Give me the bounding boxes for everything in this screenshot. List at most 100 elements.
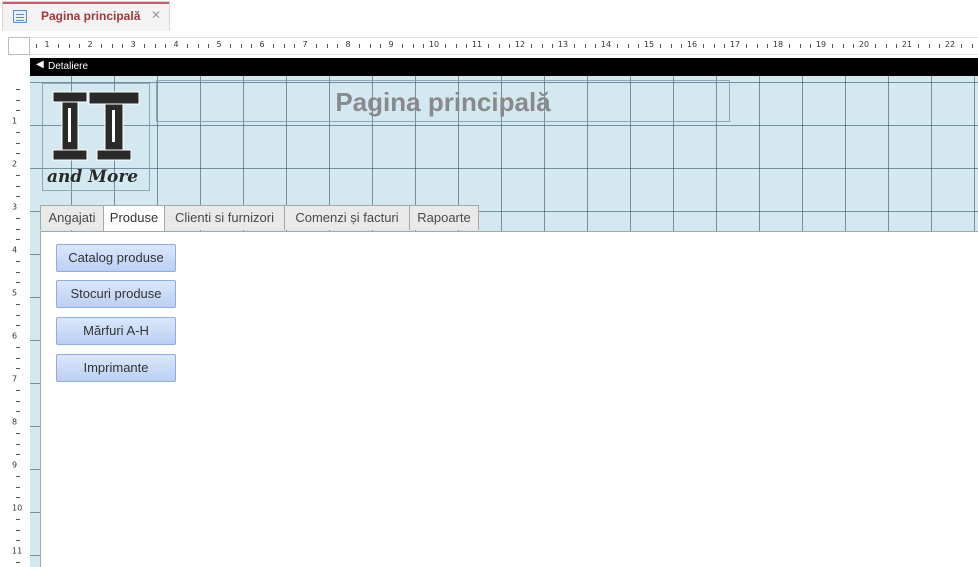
ruler-tick bbox=[627, 44, 629, 48]
ruler-tick bbox=[756, 44, 758, 48]
close-icon[interactable]: ✕ bbox=[151, 8, 161, 22]
ruler-tick bbox=[960, 44, 962, 48]
ruler-tick bbox=[16, 486, 20, 488]
logo-image[interactable]: and More bbox=[42, 83, 150, 191]
tab-rapoarte[interactable]: Rapoarte bbox=[409, 205, 479, 230]
ruler-tick bbox=[16, 357, 20, 359]
ruler-tick bbox=[541, 44, 543, 48]
ruler-number: 2 bbox=[12, 159, 18, 169]
ruler-number: 17 bbox=[729, 40, 741, 49]
ruler-tick bbox=[358, 44, 360, 48]
command-button[interactable]: Catalog produse bbox=[56, 244, 176, 272]
horizontal-ruler[interactable]: 1 2 3 4 5 6 7 8 9 10 11 12 13 14 15 16 17 18 19 20 21 22 bbox=[30, 37, 978, 55]
page-title: Pagina principală bbox=[335, 87, 551, 117]
ruler-number: 6 bbox=[259, 40, 265, 49]
ruler-tick bbox=[917, 44, 919, 48]
ruler-number: 4 bbox=[173, 40, 179, 49]
ruler-number: 14 bbox=[600, 40, 612, 49]
ruler-tick bbox=[584, 44, 586, 48]
ruler-number: 22 bbox=[944, 40, 956, 49]
ruler-tick bbox=[16, 88, 20, 90]
ruler-tick bbox=[16, 540, 20, 542]
ruler-number: 16 bbox=[686, 40, 698, 49]
ruler-number: 2 bbox=[87, 40, 93, 49]
ruler-tick bbox=[16, 400, 20, 402]
ruler-number: 20 bbox=[858, 40, 870, 49]
tab-produse[interactable]: Produse bbox=[103, 205, 165, 231]
tab-comenzi-și-facturi[interactable]: Comenzi și facturi bbox=[284, 205, 410, 230]
command-button[interactable]: Imprimante bbox=[56, 354, 176, 382]
tab-clienti-si-furnizori[interactable]: Clienti si furnizori bbox=[164, 205, 285, 230]
ruler-number: 7 bbox=[12, 374, 18, 384]
ruler-tick bbox=[616, 44, 618, 48]
ruler-tick bbox=[16, 314, 20, 316]
ruler-corner[interactable] bbox=[8, 37, 30, 55]
ruler-number: 12 bbox=[514, 40, 526, 49]
ruler-tick bbox=[498, 44, 500, 48]
ruler-tick bbox=[272, 44, 274, 48]
ruler-tick bbox=[68, 44, 70, 48]
ruler-tick bbox=[638, 44, 640, 48]
ruler-tick bbox=[16, 561, 20, 563]
ruler-tick bbox=[885, 44, 887, 48]
ruler-tick bbox=[122, 44, 124, 48]
ruler-tick bbox=[842, 44, 844, 48]
ruler-number: 10 bbox=[12, 503, 23, 513]
ruler-tick bbox=[681, 44, 683, 48]
ruler-tick bbox=[36, 44, 38, 48]
ruler-tick bbox=[380, 44, 382, 48]
ruler-tick bbox=[16, 271, 20, 273]
ruler-tick bbox=[874, 44, 876, 48]
section-header-detail[interactable]: ◀ Detaliere bbox=[30, 58, 978, 76]
ruler-tick bbox=[154, 44, 156, 48]
tab-angajati[interactable]: Angajati bbox=[40, 205, 104, 230]
ruler-tick bbox=[16, 443, 20, 445]
ruler-number: 4 bbox=[12, 245, 18, 255]
command-button[interactable]: Stocuri produse bbox=[56, 280, 176, 308]
ruler-number: 15 bbox=[643, 40, 655, 49]
ruler-tick bbox=[229, 44, 231, 48]
logo-text: and More bbox=[47, 167, 138, 187]
ruler-tick bbox=[455, 44, 457, 48]
document-tab-label: Pagina principală bbox=[41, 9, 141, 23]
ruler-number: 13 bbox=[557, 40, 569, 49]
ruler-number: 3 bbox=[12, 202, 18, 212]
ruler-tick bbox=[16, 217, 20, 219]
ruler-number: 9 bbox=[388, 40, 394, 49]
title-label-box[interactable]: Pagina principală bbox=[156, 80, 730, 122]
ruler-tick bbox=[326, 44, 328, 48]
ruler-tick bbox=[16, 389, 20, 391]
ruler-tick bbox=[57, 44, 59, 48]
form-design-canvas[interactable]: and More Pagina principală Angajati Produ… bbox=[30, 76, 978, 567]
section-arrow-icon: ◀ bbox=[36, 59, 44, 70]
ruler-tick bbox=[928, 44, 930, 48]
vertical-ruler[interactable]: 1 2 3 4 5 6 7 8 9 10 11 bbox=[8, 58, 31, 567]
ruler-tick bbox=[197, 44, 199, 48]
ruler-tick bbox=[509, 44, 511, 48]
ruler-tick bbox=[16, 475, 20, 477]
ruler-tick bbox=[251, 44, 253, 48]
ruler-tick bbox=[724, 44, 726, 48]
ruler-tick bbox=[670, 44, 672, 48]
ruler-number: 10 bbox=[428, 40, 440, 49]
ruler-tick bbox=[16, 131, 20, 133]
ruler-tick bbox=[16, 346, 20, 348]
ruler-tick bbox=[401, 44, 403, 48]
command-button[interactable]: Mărfuri A-H bbox=[56, 317, 176, 345]
document-tab[interactable]: Pagina principală ✕ bbox=[2, 1, 170, 31]
ruler-number: 5 bbox=[12, 288, 18, 298]
ruler-number: 6 bbox=[12, 331, 18, 341]
ruler-tick bbox=[16, 411, 20, 413]
ruler-tick bbox=[16, 185, 20, 187]
ruler-tick bbox=[16, 174, 20, 176]
ruler-tick bbox=[16, 529, 20, 531]
ruler-number: 7 bbox=[302, 40, 308, 49]
ruler-tick bbox=[939, 44, 941, 48]
ruler-tick bbox=[16, 454, 20, 456]
ruler-tick bbox=[595, 44, 597, 48]
tab-page-produse: Catalog produse Stocuri produse Mărfuri A-… bbox=[40, 231, 978, 567]
ruler-tick bbox=[16, 432, 20, 434]
ruler-number: 5 bbox=[216, 40, 222, 49]
ruler-number: 11 bbox=[471, 40, 483, 49]
ruler-number: 8 bbox=[12, 417, 18, 427]
